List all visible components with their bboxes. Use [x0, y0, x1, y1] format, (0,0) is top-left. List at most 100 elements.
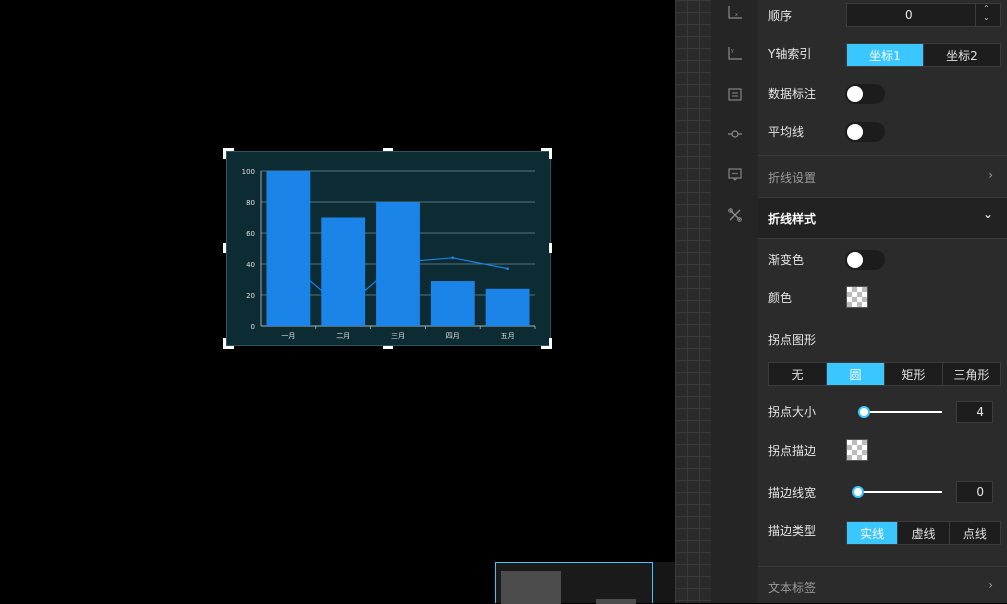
point-size-input[interactable]: 4 [956, 401, 993, 423]
stroke-type-selector: 实线 虚线 点线 [846, 521, 1001, 545]
data-series-icon[interactable] [727, 86, 743, 102]
gradient-row: 渐变色 [758, 246, 1007, 276]
color-swatch[interactable] [846, 286, 868, 308]
stroke-width-label: 描边线宽 [768, 486, 817, 500]
point-shape-triangle[interactable]: 三角形 [942, 363, 1000, 385]
thumbnail-preview [501, 571, 561, 604]
line-point [287, 261, 290, 264]
tooltip-icon[interactable] [727, 166, 743, 182]
editor-canvas[interactable]: 100 80 60 40 20 0 一月 二月 三月 四月 五月 [0, 0, 675, 603]
chart-widget[interactable]: 100 80 60 40 20 0 一月 二月 三月 四月 五月 [226, 151, 551, 346]
x-axis-icon[interactable]: x [727, 4, 743, 20]
point-shape-circle[interactable]: 圆 [826, 363, 884, 385]
resize-handle-bl[interactable] [223, 338, 226, 349]
y-axis-index-row: Y轴索引 坐标1 坐标2 [758, 40, 1007, 70]
order-label: 顺序 [768, 9, 793, 23]
x-tick-label: 一月 [281, 332, 295, 340]
resize-handle-bottom[interactable] [383, 346, 393, 349]
point-shape-rect[interactable]: 矩形 [884, 363, 942, 385]
stroke-type-solid[interactable]: 实线 [847, 522, 898, 544]
svg-text:x: x [735, 12, 738, 18]
line-point [341, 307, 345, 311]
line-settings-header[interactable]: 折线设置 › [758, 156, 1007, 196]
order-stepper[interactable]: ⌃ ⌄ [975, 4, 1000, 26]
line-point [506, 267, 509, 271]
avg-line-row: 平均线 [758, 118, 1007, 148]
bar [376, 202, 420, 326]
combo-chart: 100 80 60 40 20 0 一月 二月 三月 四月 五月 [242, 168, 536, 340]
stroke-type-row: 描边类型 实线 虚线 点线 [758, 518, 1007, 548]
svg-text:y: y [731, 48, 734, 54]
bar [485, 288, 530, 326]
y-tick-label: 40 [246, 261, 255, 269]
stroke-type-dashed[interactable]: 虚线 [897, 522, 948, 544]
divider [758, 238, 1007, 239]
y-axis-icon[interactable]: y [727, 45, 743, 61]
data-label-row: 数据标注 [758, 80, 1007, 110]
color-row: 颜色 [758, 284, 1007, 314]
resize-handle-top[interactable] [383, 148, 393, 151]
thumbnail-viewport [596, 599, 636, 604]
chevron-down-icon: ⌄ [982, 207, 993, 221]
point-shape-label: 拐点图形 [768, 333, 817, 347]
gradient-label: 渐变色 [768, 253, 805, 267]
point-size-slider[interactable] [858, 406, 942, 418]
x-tick-label: 五月 [501, 332, 515, 340]
data-label-toggle[interactable] [845, 84, 885, 104]
line-style-title: 折线样式 [768, 212, 817, 226]
toggle-knob [847, 252, 863, 268]
y-tick-label: 0 [251, 323, 255, 331]
resize-handle-tr[interactable] [549, 148, 552, 159]
point-stroke-label: 拐点描边 [768, 444, 817, 458]
text-label-header[interactable]: 文本标签 › [758, 567, 1007, 603]
point-stroke-row: 拐点描边 [758, 437, 1007, 467]
point-size-value: 4 [976, 405, 984, 419]
avg-line-toggle[interactable] [845, 122, 885, 142]
stepper-down-icon[interactable]: ⌄ [983, 13, 990, 22]
config-icon-rail: x y [711, 0, 758, 603]
toggle-knob [847, 86, 863, 102]
x-tick-label: 四月 [446, 332, 460, 340]
slider-thumb[interactable] [858, 406, 870, 418]
resize-handle-right[interactable] [549, 243, 552, 253]
slider-thumb[interactable] [852, 486, 864, 498]
avg-line-label: 平均线 [768, 125, 805, 139]
y-axis-index-label: Y轴索引 [768, 47, 812, 61]
point-size-label: 拐点大小 [768, 405, 817, 419]
resize-handle-left[interactable] [223, 243, 226, 253]
resize-handle-tl[interactable] [223, 148, 226, 159]
bar [266, 171, 311, 326]
stroke-width-value: 0 [976, 485, 984, 499]
y-tick-label: 20 [246, 292, 255, 300]
order-row: 顺序 0 ⌃ ⌄ [758, 0, 1007, 30]
canvas-thumbnail[interactable] [495, 562, 653, 604]
line-style-header[interactable]: 折线样式 ⌄ [758, 198, 1007, 238]
point-stroke-swatch[interactable] [846, 439, 868, 461]
stepper-up-icon[interactable]: ⌃ [983, 4, 990, 13]
line-point [396, 261, 400, 264]
line-node-icon[interactable] [727, 126, 743, 142]
x-tick-label: 三月 [391, 332, 405, 340]
line-settings-title: 折线设置 [768, 171, 817, 185]
y-tick-label: 80 [246, 199, 255, 207]
canvas-grid [675, 0, 711, 603]
stroke-width-slider[interactable] [852, 486, 942, 498]
line-point [451, 256, 455, 260]
y-axis-option-2[interactable]: 坐标2 [923, 44, 1000, 66]
point-shape-none[interactable]: 无 [769, 363, 826, 385]
tools-icon[interactable] [727, 207, 743, 223]
point-size-row: 拐点大小 4 [758, 398, 1007, 428]
property-panel: 顺序 0 ⌃ ⌄ Y轴索引 坐标1 坐标2 数据标注 平均线 折线设置 › 折线 [758, 0, 1007, 603]
order-value: 0 [905, 8, 913, 22]
gradient-toggle[interactable] [845, 250, 885, 270]
order-input[interactable]: 0 ⌃ ⌄ [846, 3, 1001, 27]
point-shape-row: 拐点图形 无 圆 矩形 三角形 [758, 326, 1007, 388]
resize-handle-br[interactable] [549, 338, 552, 349]
chevron-right-icon: › [988, 578, 993, 592]
stroke-type-dotted[interactable]: 点线 [948, 522, 1000, 544]
stroke-width-input[interactable]: 0 [956, 481, 993, 503]
bar [430, 281, 475, 326]
y-axis-option-1[interactable]: 坐标1 [847, 44, 923, 66]
x-tick-label: 二月 [336, 332, 350, 340]
stroke-width-row: 描边线宽 0 [758, 478, 1007, 508]
